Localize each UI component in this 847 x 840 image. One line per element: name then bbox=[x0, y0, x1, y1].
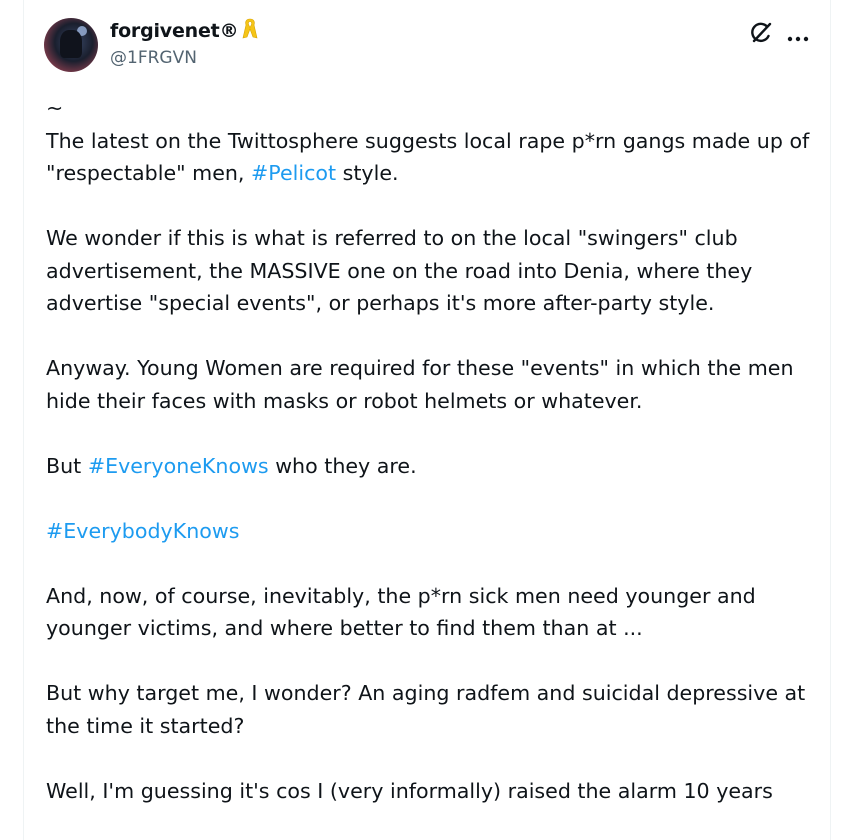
post-paragraph-4: But #EveryoneKnows who they are. bbox=[46, 450, 816, 483]
post-paragraph-2: We wonder if this is what is referred to… bbox=[46, 226, 753, 315]
yellow-ribbon-icon bbox=[242, 18, 258, 45]
post-text-span: But bbox=[46, 453, 88, 478]
post-text-span: style. bbox=[336, 161, 399, 185]
hashtag-everyoneknows[interactable]: #EveryoneKnows bbox=[88, 454, 269, 478]
post-text: ~ The latest on the Twittosphere suggest… bbox=[46, 92, 816, 840]
post-paragraph-3: Anyway. Young Women are required for the… bbox=[46, 356, 794, 413]
grok-icon[interactable] bbox=[748, 20, 774, 46]
user-handle[interactable]: @1FRGVN bbox=[110, 48, 197, 68]
post-text-span: The latest on the Twittosphere suggests … bbox=[46, 128, 810, 186]
post-paragraph-6: And, now, of course, inevitably, the p*r… bbox=[46, 583, 756, 641]
display-name[interactable]: forgivenet® bbox=[110, 18, 258, 45]
post-paragraph-7: But why target me, I wonder? An aging ra… bbox=[46, 681, 806, 738]
post-tilde: ~ bbox=[46, 96, 64, 120]
post-text-span: who they are. bbox=[268, 453, 417, 478]
avatar[interactable] bbox=[44, 18, 98, 72]
hashtag-everybodyknows[interactable]: #EverybodyKnows bbox=[46, 519, 239, 543]
hashtag-pelicot[interactable]: #Pelicot bbox=[251, 161, 336, 185]
post-paragraph-8: Well, I'm guessing it's cos I (very info… bbox=[46, 778, 773, 803]
more-icon[interactable] bbox=[786, 28, 810, 42]
post-paragraph-5: #EverybodyKnows bbox=[46, 515, 816, 548]
display-name-text: forgivenet® bbox=[110, 20, 239, 42]
avatar-figure bbox=[60, 30, 82, 58]
post-paragraph-1: The latest on the Twittosphere suggests … bbox=[46, 125, 816, 190]
